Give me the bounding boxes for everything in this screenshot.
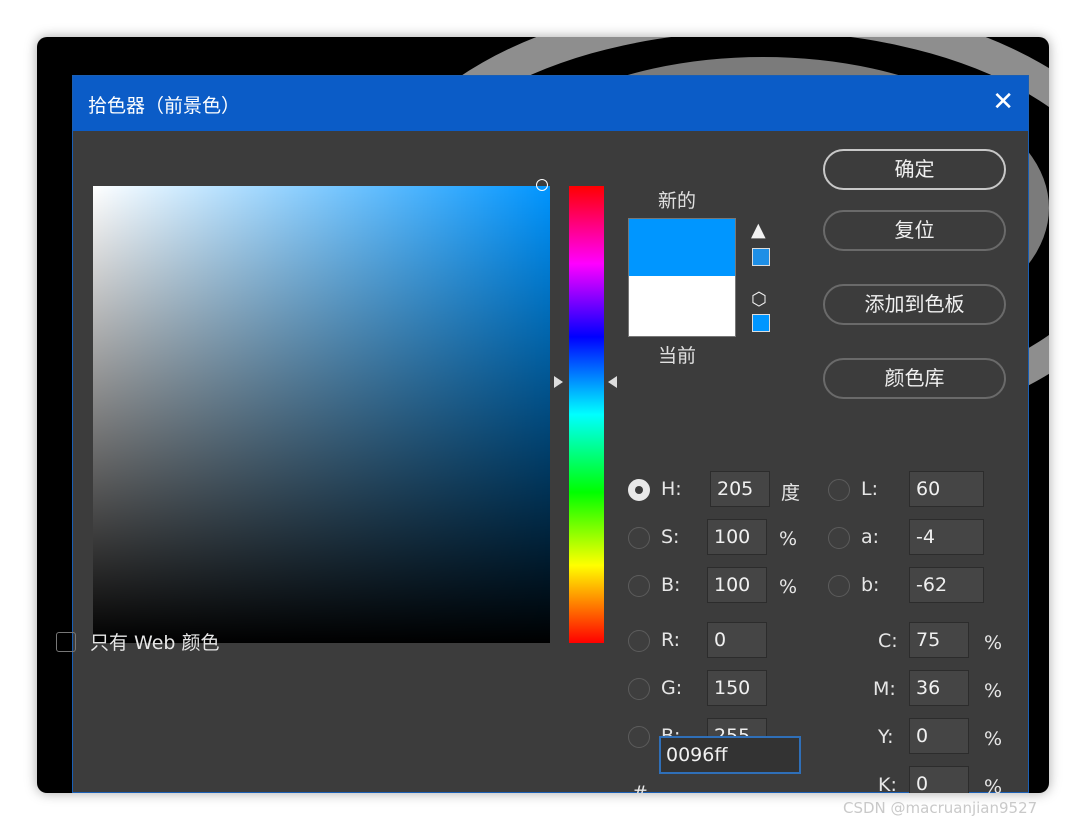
cube-icon[interactable]: ⬡	[751, 289, 767, 310]
l-input[interactable]: 60	[909, 471, 984, 507]
close-button[interactable]: ✕	[992, 87, 1014, 117]
label-m: M:	[873, 678, 896, 700]
app-window: 拾色器（前景色） ✕ 新的 当前 ▲ ⬡ 确定 复位 添加到色板 颜色库 H: …	[37, 37, 1049, 793]
radio-blue[interactable]	[628, 726, 650, 748]
label-l: L:	[861, 478, 878, 500]
label-r: R:	[661, 629, 681, 651]
c-unit: %	[984, 632, 1003, 654]
color-libraries-button[interactable]: 颜色库	[823, 358, 1006, 399]
out-of-gamut-swatch[interactable]	[752, 248, 770, 266]
hue-slider-handle-right[interactable]	[608, 376, 617, 388]
radio-l[interactable]	[828, 479, 850, 501]
k-unit: %	[984, 776, 1003, 793]
current-color-label: 当前	[658, 345, 697, 367]
label-c: C:	[878, 630, 898, 652]
y-input[interactable]: 0	[909, 718, 969, 754]
radio-brightness[interactable]	[628, 575, 650, 597]
brightness-input[interactable]: 100	[707, 567, 767, 603]
web-only-checkbox[interactable]	[56, 632, 76, 652]
add-to-swatches-button[interactable]: 添加到色板	[823, 284, 1006, 325]
label-y: Y:	[878, 726, 894, 748]
r-input[interactable]: 0	[707, 622, 767, 658]
label-h: H:	[661, 478, 682, 500]
label-brightness: B:	[661, 574, 681, 596]
radio-r[interactable]	[628, 630, 650, 652]
label-g: G:	[661, 677, 683, 699]
web-only-label: 只有 Web 颜色	[90, 632, 220, 654]
radio-s[interactable]	[628, 527, 650, 549]
y-unit: %	[984, 728, 1003, 750]
warning-triangle-icon[interactable]: ▲	[751, 219, 766, 241]
new-color-label: 新的	[658, 190, 697, 212]
k-input[interactable]: 0	[909, 766, 969, 793]
watermark: CSDN @macruanjian9527	[843, 799, 1038, 817]
a-input[interactable]: -4	[909, 519, 984, 555]
dialog-title: 拾色器（前景色）	[88, 95, 241, 117]
s-input[interactable]: 100	[707, 519, 767, 555]
web-safe-swatch[interactable]	[752, 314, 770, 332]
radio-h[interactable]	[628, 479, 650, 501]
label-a: a:	[861, 526, 880, 548]
brightness-unit: %	[779, 576, 798, 598]
m-input[interactable]: 36	[909, 670, 969, 706]
hue-slider[interactable]	[569, 186, 604, 643]
dialog-titlebar: 拾色器（前景色） ✕	[73, 76, 1028, 131]
h-unit: 度	[781, 482, 801, 504]
label-lab-b: b:	[861, 574, 880, 596]
label-s: S:	[661, 526, 680, 548]
reset-button[interactable]: 复位	[823, 210, 1006, 251]
lab-b-input[interactable]: -62	[909, 567, 984, 603]
s-unit: %	[779, 528, 798, 550]
m-unit: %	[984, 680, 1003, 702]
hex-input[interactable]: 0096ff	[659, 736, 801, 774]
color-picker-dialog: 拾色器（前景色） ✕ 新的 当前 ▲ ⬡ 确定 复位 添加到色板 颜色库 H: …	[72, 75, 1029, 793]
ok-button[interactable]: 确定	[823, 149, 1006, 190]
radio-g[interactable]	[628, 678, 650, 700]
c-input[interactable]: 75	[909, 622, 969, 658]
new-color-swatch	[628, 218, 736, 277]
radio-lab-b[interactable]	[828, 575, 850, 597]
hex-label: #	[632, 782, 648, 793]
h-input[interactable]: 205	[710, 471, 770, 507]
color-field-marker[interactable]	[536, 179, 548, 191]
label-k: K:	[878, 774, 897, 793]
hue-slider-handle-left[interactable]	[554, 376, 563, 388]
radio-a[interactable]	[828, 527, 850, 549]
color-field[interactable]	[93, 186, 550, 643]
g-input[interactable]: 150	[707, 670, 767, 706]
current-color-swatch[interactable]	[628, 276, 736, 337]
